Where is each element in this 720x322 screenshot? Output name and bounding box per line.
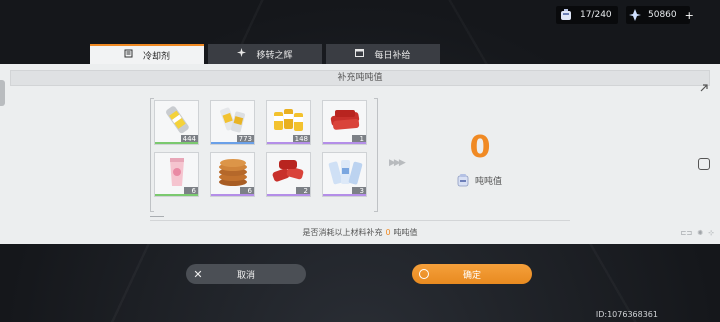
- gear-icon[interactable]: ✺: [697, 229, 703, 237]
- rarity-bar: [155, 194, 198, 196]
- tab-daily-supply[interactable]: 每日补给: [326, 44, 440, 64]
- gold-cans-pack-icon: [274, 109, 303, 131]
- close-icon: ✕: [193, 267, 203, 281]
- rarity-bar: [267, 142, 310, 144]
- red-cans-pack-icon: [272, 160, 304, 182]
- item-red-cans[interactable]: 1: [322, 100, 367, 145]
- stamina-value: 17/240: [580, 10, 612, 20]
- stamina-counter[interactable]: 17/240: [556, 6, 618, 24]
- grid-tick: [150, 216, 164, 217]
- confirm-suffix: 吨吨值: [393, 228, 418, 237]
- add-crystal-button[interactable]: +: [685, 9, 694, 22]
- item-gold-cans[interactable]: 773: [210, 100, 255, 145]
- cookies-icon: [219, 159, 247, 186]
- refill-panel: 补充吨吨值 444 773 148 1 6 6 2 3 ▶▶▶ 0 吨吨值 是否…: [0, 64, 720, 244]
- rarity-bar: [155, 142, 198, 144]
- panel-title: 补充吨吨值: [10, 70, 710, 86]
- confirm-ring-icon: [414, 264, 434, 284]
- transfer-tab-icon: [237, 48, 247, 60]
- tab-label: 冷却剂: [142, 51, 170, 62]
- expand-arrow-icon[interactable]: [698, 82, 710, 94]
- crystal-counter[interactable]: 50860 +: [626, 6, 694, 24]
- item-cookies[interactable]: 6: [210, 152, 255, 197]
- pad-icon[interactable]: ⊏⊐: [681, 229, 693, 237]
- lemon-can-icon: [166, 106, 189, 134]
- side-handle: [0, 80, 5, 106]
- cancel-button[interactable]: ✕ 取消: [186, 264, 306, 284]
- resource-bar: 17/240 50860 +: [556, 6, 694, 24]
- confirm-button[interactable]: 确定: [412, 264, 532, 284]
- arrow-right-icon: ▶▶▶: [389, 158, 406, 168]
- crystal-value: 50860: [648, 10, 677, 20]
- gold-cans-icon: [220, 107, 245, 133]
- material-grid: 444 773 148 1 6 6 2 3: [154, 100, 378, 197]
- tab-coolant[interactable]: 冷却剂: [90, 44, 204, 64]
- rarity-bar: [211, 194, 254, 196]
- item-blue-cans[interactable]: 3: [322, 152, 367, 197]
- item-pink-drink[interactable]: 6: [154, 152, 199, 197]
- result-label: 吨吨值: [475, 176, 503, 187]
- rarity-bar: [323, 142, 366, 144]
- crystal-icon: [628, 7, 642, 23]
- confirm-message: 是否消耗以上材料补充 0 吨吨值: [0, 227, 720, 238]
- item-red-cans-pack[interactable]: 2: [266, 152, 311, 197]
- result-label-group: 吨吨值: [455, 172, 502, 188]
- blue-cans-icon: [328, 160, 363, 185]
- window-toggle-icon[interactable]: [698, 158, 710, 170]
- confirm-prefix: 是否消耗以上材料补充: [302, 228, 383, 237]
- cancel-label: 取消: [236, 270, 255, 281]
- divider: [150, 220, 570, 221]
- calendar-tab-icon: [355, 48, 365, 60]
- more-icon[interactable]: ⊹: [708, 229, 714, 237]
- red-cans-icon: [330, 110, 360, 130]
- tab-label: 每日补给: [374, 50, 411, 61]
- rarity-bar: [267, 194, 310, 196]
- item-gold-cans-pack[interactable]: 148: [266, 100, 311, 145]
- rarity-bar: [211, 142, 254, 144]
- tab-bar: 冷却剂 移转之辉 每日补给: [90, 44, 440, 64]
- tab-transfer[interactable]: 移转之辉: [208, 44, 322, 64]
- mini-icon-row: ⊏⊐ ✺ ⊹: [681, 229, 714, 237]
- stamina-pack-icon: [558, 7, 574, 23]
- item-lemon-can[interactable]: 444: [154, 100, 199, 145]
- result-value: 0: [469, 130, 491, 165]
- tonton-pack-icon: [457, 174, 469, 187]
- coolant-tab-icon: [124, 49, 133, 61]
- tab-label: 移转之辉: [256, 50, 293, 61]
- confirm-amount: 0: [385, 228, 391, 237]
- pink-drink-icon: [170, 158, 184, 186]
- rarity-bar: [323, 194, 366, 196]
- confirm-label: 确定: [462, 270, 481, 281]
- user-id: ID:1076368361: [595, 310, 658, 319]
